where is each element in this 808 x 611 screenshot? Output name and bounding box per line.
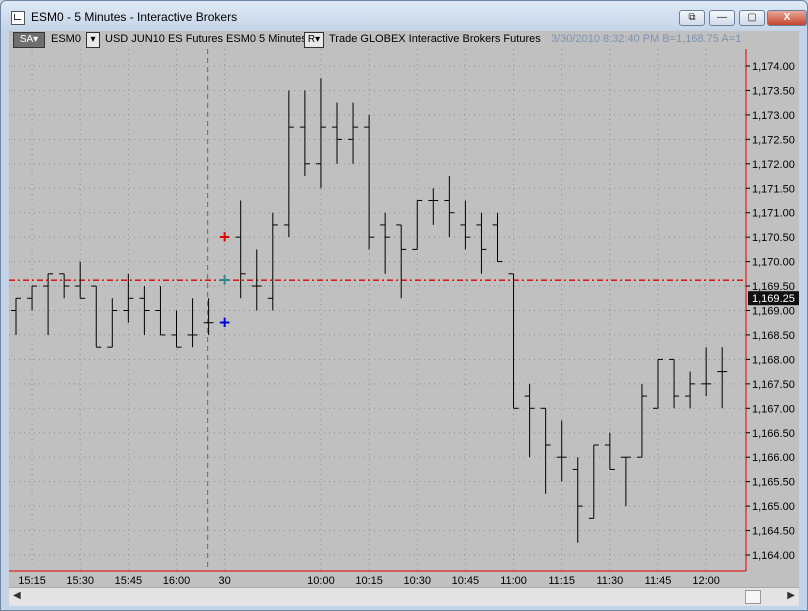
order-marker: + [219, 270, 230, 290]
x-tick-label: 16:00 [163, 575, 191, 587]
scroll-thumb[interactable] [745, 590, 761, 604]
y-tick-label: 1,166.00 [752, 452, 795, 464]
maximize-button[interactable]: ▢ [739, 10, 765, 26]
x-tick-label: 15:45 [115, 575, 143, 587]
chart-svg[interactable]: 1,164.00 1,164.50 1,165.00 1,165.50 1,166.00… [9, 49, 799, 589]
y-tick-label: 1,167.00 [752, 403, 795, 415]
y-tick-label: 1,173.00 [752, 110, 795, 122]
y-tick-label: 1,172.50 [752, 134, 795, 146]
x-tick-label: 12:00 [692, 575, 720, 587]
x-tick-label: 10:00 [307, 575, 335, 587]
sa-dropdown[interactable]: SA▾ [13, 32, 45, 48]
y-tick-label: 1,172.00 [752, 159, 795, 171]
current-price-label: 1,169.25 [752, 293, 795, 305]
x-tick-label: 30 [219, 575, 231, 587]
y-tick-label: 1,171.00 [752, 208, 795, 220]
x-tick-label: 11:15 [548, 575, 575, 587]
y-tick-label: 1,171.50 [752, 183, 795, 195]
app-icon [11, 11, 25, 25]
trade-info: Trade GLOBEX Interactive Brokers Futures [329, 33, 541, 45]
x-tick-label: 11:45 [645, 575, 672, 587]
x-tick-label: 10:30 [403, 575, 431, 587]
order-marker: + [219, 313, 230, 333]
scroll-right-arrow[interactable]: ▶ [787, 590, 795, 601]
chart-background [9, 49, 799, 589]
y-tick-label: 1,170.50 [752, 232, 795, 244]
y-tick-label: 1,169.00 [752, 306, 795, 318]
y-tick-label: 1,170.00 [752, 257, 795, 269]
x-tick-label: 15:30 [66, 575, 94, 587]
title-bar[interactable]: ESM0 - 5 Minutes - Interactive Brokers ⧉… [1, 1, 807, 31]
x-tick-label: 11:30 [596, 575, 623, 587]
x-tick-label: 10:45 [452, 575, 480, 587]
scroll-left-arrow[interactable]: ◀ [13, 590, 21, 601]
y-tick-label: 1,165.50 [752, 477, 795, 489]
x-tick-label: 11:00 [500, 575, 527, 587]
x-tick-label: 15:15 [18, 575, 46, 587]
sa-label: SA [19, 34, 34, 45]
r-dropdown[interactable]: R▾ [304, 32, 324, 48]
minimize-button[interactable]: — [709, 10, 735, 26]
symbol-label: ESM0 [51, 33, 81, 45]
chart-window: ESM0 - 5 Minutes - Interactive Brokers ⧉… [0, 0, 808, 611]
r-label: R [307, 34, 316, 45]
y-tick-label: 1,168.50 [752, 330, 795, 342]
contract-description: USD JUN10 ES Futures ESM0 5 Minutes [105, 33, 307, 45]
y-tick-label: 1,174.00 [752, 61, 795, 73]
y-tick-label: 1,165.00 [752, 501, 795, 513]
order-marker: + [219, 227, 230, 247]
price-chart[interactable]: 1,164.00 1,164.50 1,165.00 1,165.50 1,166.00… [9, 49, 799, 589]
window-title: ESM0 - 5 Minutes - Interactive Brokers [31, 10, 238, 24]
chart-toolbar: SA▾ ESM0 ▾ USD JUN10 ES Futures ESM0 5 M… [9, 31, 799, 49]
horizontal-scrollbar[interactable]: ◀ ▶ [9, 587, 799, 606]
symbol-menu-button[interactable]: ▾ [86, 32, 100, 48]
y-tick-label: 1,164.50 [752, 526, 795, 538]
x-tick-label: 10:15 [355, 575, 383, 587]
detach-button[interactable]: ⧉ [679, 10, 705, 26]
status-text: 3/30/2010 8:32:40 PM B=1,168.75 A=1 [551, 33, 742, 45]
y-tick-label: 1,166.50 [752, 428, 795, 440]
close-button[interactable]: X [767, 10, 807, 26]
y-tick-label: 1,168.00 [752, 354, 795, 366]
y-tick-label: 1,173.50 [752, 85, 795, 97]
y-tick-label: 1,167.50 [752, 379, 795, 391]
y-tick-label: 1,164.00 [752, 550, 795, 562]
